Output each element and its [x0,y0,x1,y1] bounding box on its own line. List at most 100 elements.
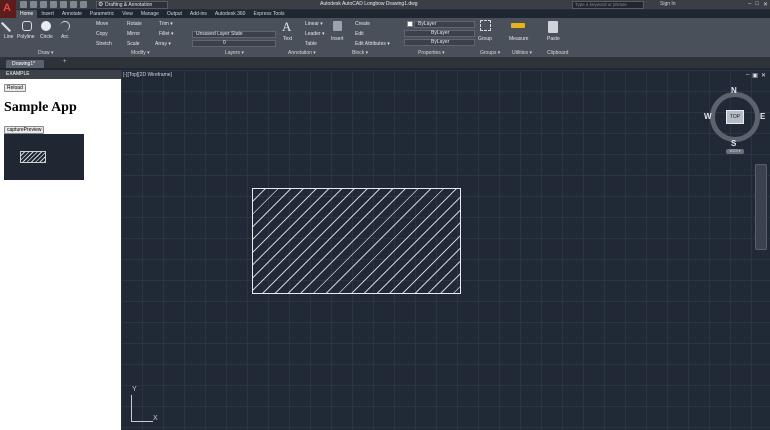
viewport-window-controls: – ▣ ✕ [746,72,766,79]
paste-button[interactable]: Paste [547,36,560,42]
ribbon-tabs: Home Insert Annotate Parametric View Man… [16,10,289,18]
save-as-icon[interactable] [50,1,57,8]
preview-hatch-rectangle [20,151,46,163]
paste-icon [548,21,558,33]
new-icon[interactable] [20,1,27,8]
reload-button[interactable]: Reload [4,84,26,92]
layers-panel-label[interactable]: Layers ▾ [225,50,244,56]
edit-block-button[interactable]: Edit [355,31,364,37]
arc-button[interactable]: Arc [61,34,69,40]
navigation-bar[interactable] [755,164,767,250]
tab-annotate[interactable]: Annotate [58,10,86,18]
insert-block-icon [333,21,342,31]
minimize-icon[interactable]: – [748,1,751,8]
ucs-y-axis [131,395,132,421]
lineweight-dropdown[interactable]: ByLayer [404,39,475,46]
color-dropdown[interactable]: ByLayer [414,21,475,28]
text-button[interactable]: Text [283,36,292,42]
new-tab-icon[interactable]: + [63,59,67,65]
hatched-rectangle[interactable] [252,188,461,294]
circle-button[interactable]: Circle [40,34,53,40]
utilities-panel-label[interactable]: Utilities ▾ [512,50,532,56]
color-swatch-icon [407,21,413,27]
viewcube-top-face[interactable]: TOP [726,110,744,124]
viewport-controls-label[interactable]: [-][Top][2D Wireframe] [123,72,172,78]
close-icon[interactable]: ✕ [763,1,768,8]
open-icon[interactable] [30,1,37,8]
group-button[interactable]: Group [478,36,492,42]
ribbon: Line Polyline Circle Arc Draw ▾ Move Rot… [0,18,770,58]
ucs-y-label: Y [132,386,137,393]
move-button[interactable]: Move [96,21,108,27]
viewcube[interactable]: TOP N S W E [704,86,765,148]
block-panel-label[interactable]: Block ▾ [352,50,368,56]
workspace-dropdown[interactable]: ⚙ Drafting & Annotation [96,1,168,9]
maximize-icon[interactable]: □ [755,1,759,8]
line-button[interactable]: Line [4,34,13,40]
application-menu-button[interactable]: A [0,0,16,20]
preview-image [4,134,84,180]
scale-button[interactable]: Scale [127,41,140,47]
stretch-button[interactable]: Stretch [96,41,112,47]
measure-button[interactable]: Measure [509,36,528,42]
layer-state-dropdown[interactable]: Unsaved Layer State [192,31,276,38]
tab-manage[interactable]: Manage [137,10,163,18]
save-icon[interactable] [40,1,47,8]
sign-in-link[interactable]: Sign In [660,1,676,7]
trim-button[interactable]: Trim ▾ [159,21,173,27]
draw-panel-label[interactable]: Draw ▾ [38,50,54,56]
title-bar: A ⚙ Drafting & Annotation Autodesk AutoCA… [0,0,770,20]
tab-parametric[interactable]: Parametric [86,10,118,18]
copy-button[interactable]: Copy [96,31,108,37]
leader-button[interactable]: Leader ▾ [305,31,324,37]
compass-north[interactable]: N [731,86,737,95]
fillet-button[interactable]: Fillet ▾ [159,31,173,37]
page-title: Sample App [4,100,77,115]
tab-insert[interactable]: Insert [37,10,58,18]
tab-add-ins[interactable]: Add-ins [186,10,211,18]
plot-icon[interactable] [60,1,67,8]
viewport-minimize-icon[interactable]: – [746,72,749,79]
compass-east[interactable]: E [760,112,765,121]
annotation-panel-label[interactable]: Annotation ▾ [288,50,316,56]
search-input[interactable]: Type a keyword or phrase [572,1,644,9]
tab-drawing1[interactable]: Drawing1* [6,60,44,68]
polyline-icon [22,21,32,31]
redo-icon[interactable] [80,1,87,8]
tab-output[interactable]: Output [163,10,186,18]
edit-attributes-button[interactable]: Edit Attributes ▾ [355,41,390,47]
table-button[interactable]: Table [305,41,317,47]
palette-header: EXAMPLE [0,70,121,79]
capture-preview-button[interactable]: capturePreview [4,126,45,134]
window-controls: – □ ✕ [748,1,768,8]
viewport-restore-icon[interactable]: ▣ [752,72,758,79]
ucs-x-axis [131,421,153,422]
undo-icon[interactable] [70,1,77,8]
tab-home[interactable]: Home [16,10,38,18]
example-palette: EXAMPLE Reload Sample App capturePreview [0,70,121,430]
wcs-menu[interactable]: WCS ▾ [726,149,744,154]
create-block-button[interactable]: Create [355,21,370,27]
linear-dimension-button[interactable]: Linear ▾ [305,21,323,27]
gear-icon: ⚙ [98,2,104,8]
compass-west[interactable]: W [704,112,712,121]
polyline-button[interactable]: Polyline [17,34,35,40]
groups-panel-label[interactable]: Groups ▾ [480,50,500,56]
layer-dropdown[interactable]: 0 [192,40,276,47]
group-icon [480,20,491,31]
insert-button[interactable]: Insert [331,36,344,42]
modify-panel-label[interactable]: Modify ▾ [131,50,150,56]
linetype-dropdown[interactable]: ByLayer [404,30,475,37]
tab-express-tools[interactable]: Express Tools [249,10,288,18]
window-title: Autodesk AutoCAD Longbow Drawing1.dwg [320,1,418,7]
drawing-canvas[interactable]: [-][Top][2D Wireframe] – ▣ ✕ TOP N S W E… [121,70,770,430]
mirror-button[interactable]: Mirror [127,31,140,37]
array-button[interactable]: Array ▾ [155,41,171,47]
properties-panel-label[interactable]: Properties ▾ [418,50,445,56]
tab-view[interactable]: View [118,10,137,18]
rotate-button[interactable]: Rotate [127,21,142,27]
tab-autodesk-360[interactable]: Autodesk 360 [211,10,250,18]
viewport-close-icon[interactable]: ✕ [761,72,766,79]
compass-south[interactable]: S [731,139,736,148]
text-icon: A [282,19,292,34]
